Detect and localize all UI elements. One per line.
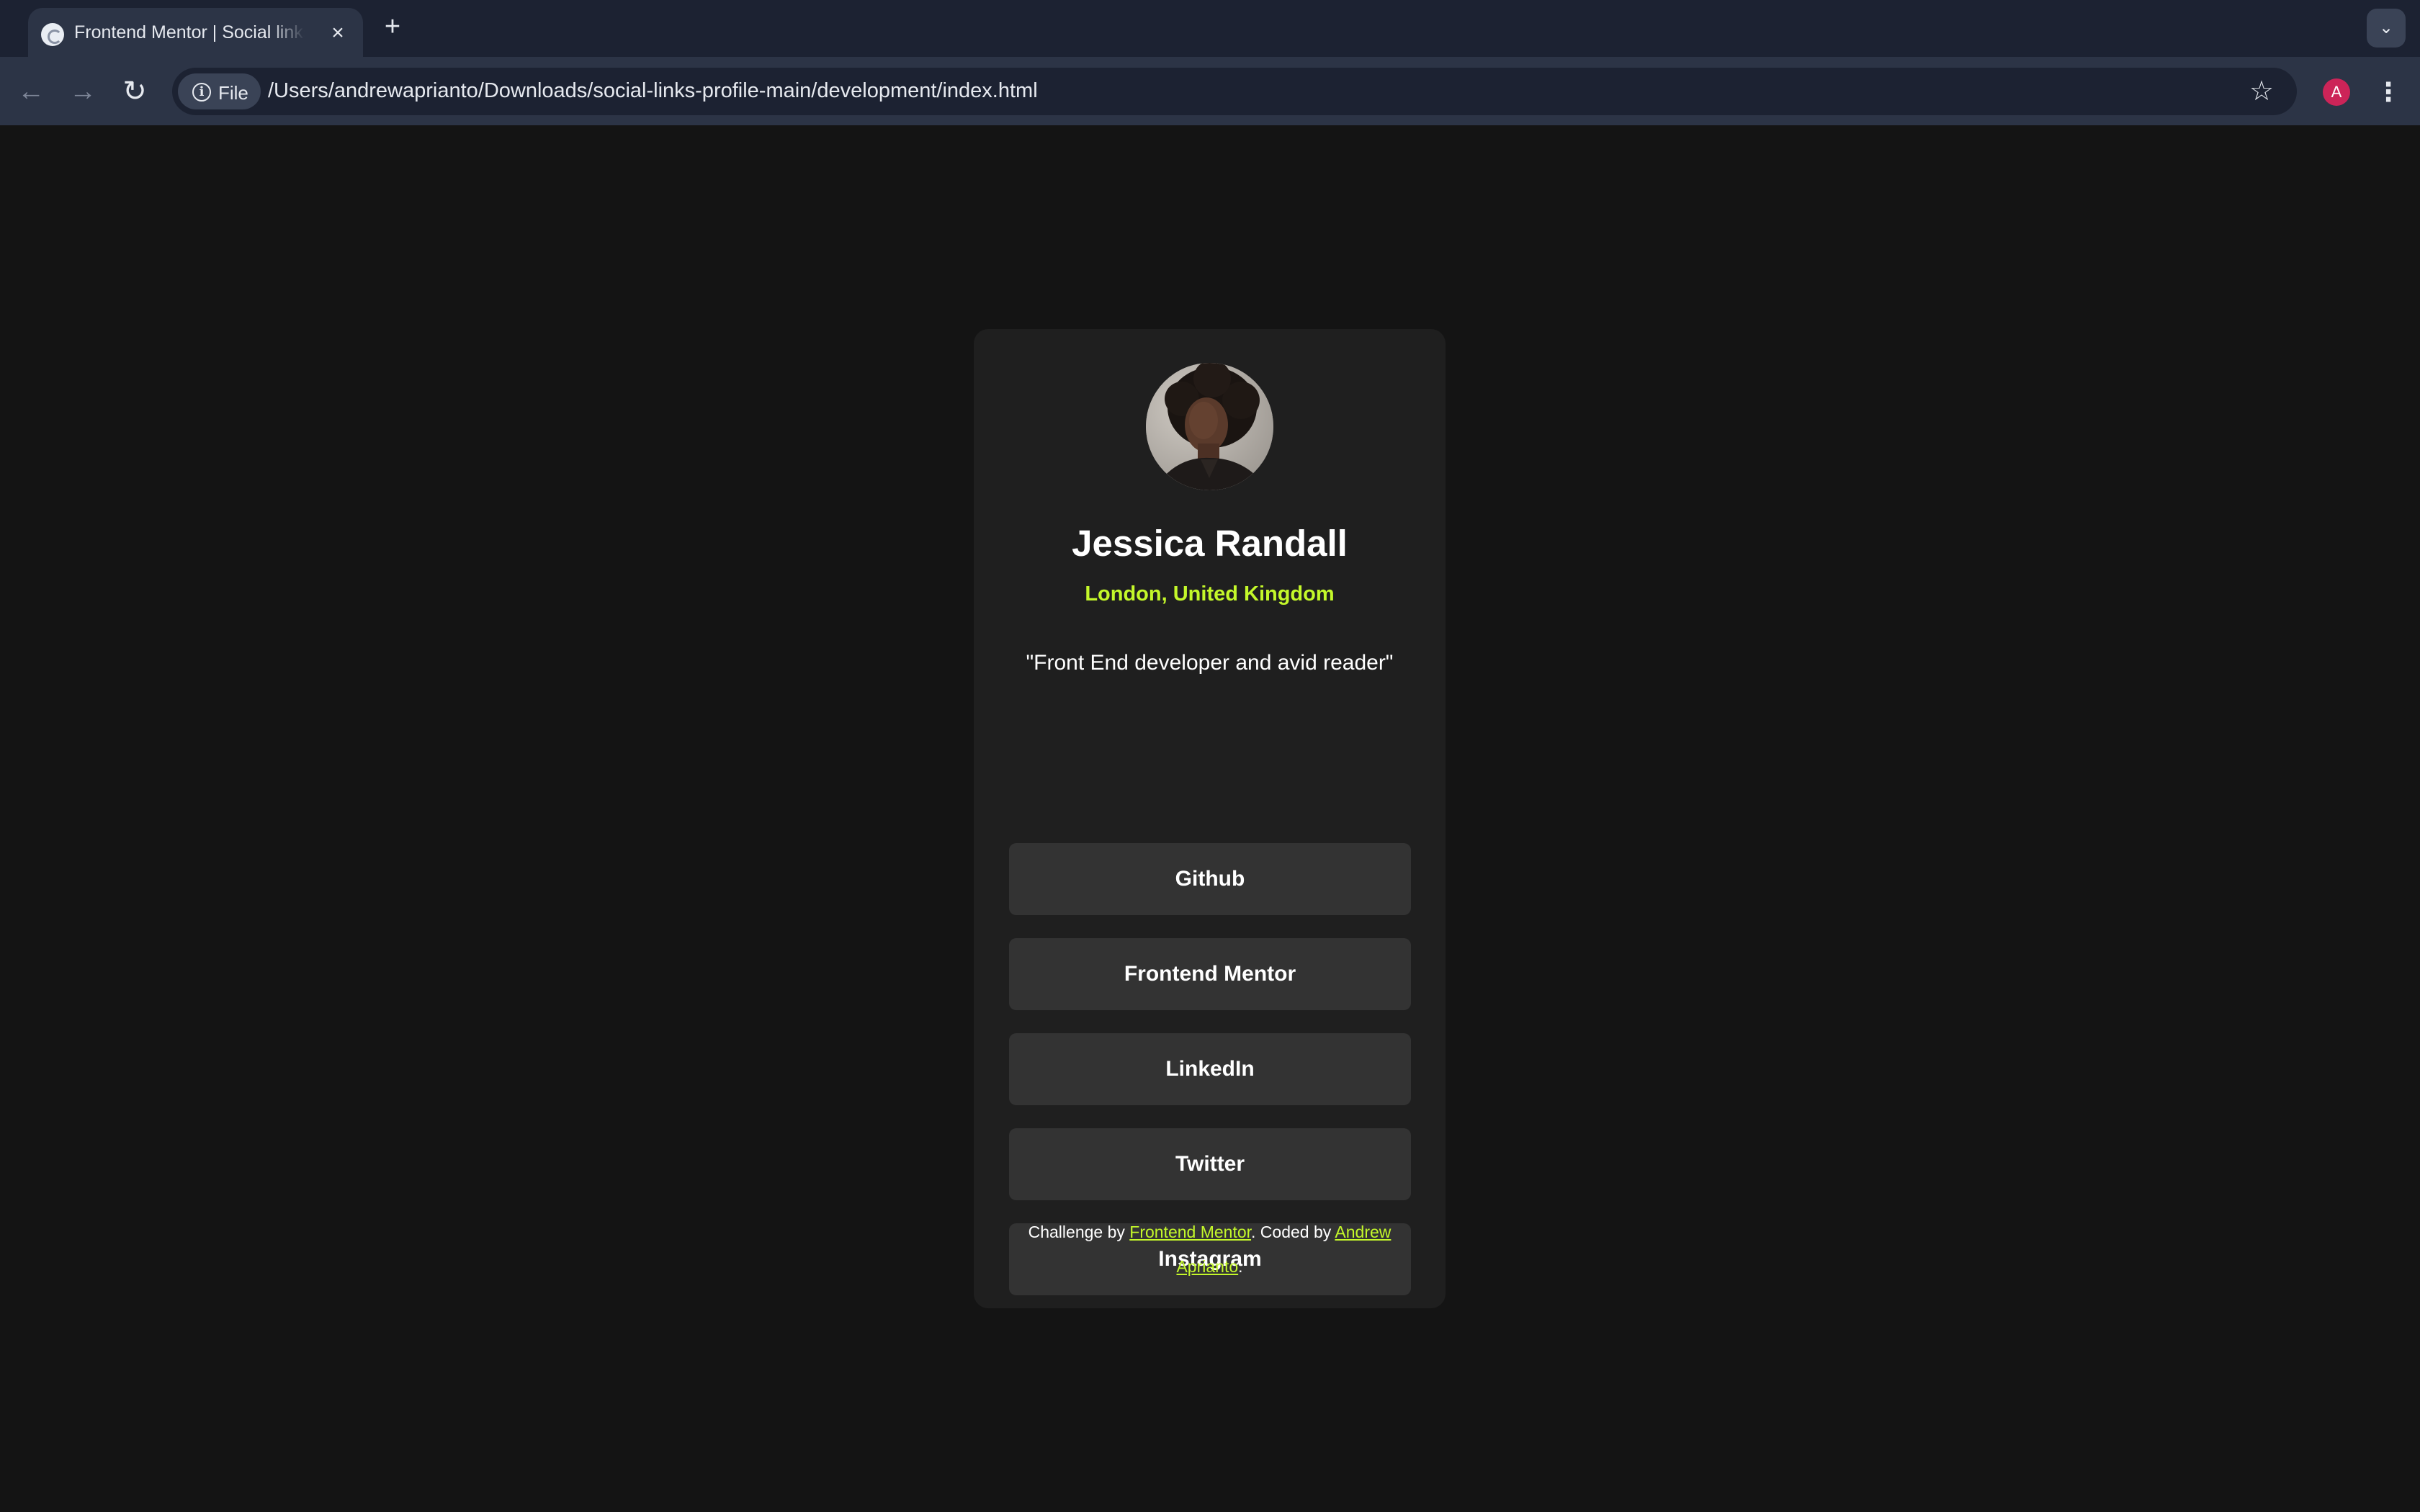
info-icon: i [192,83,211,102]
back-arrow-icon[interactable]: ← [12,73,50,110]
attribution-footer: Challenge by Frontend Mentor. Coded by A… [1017,1215,1402,1284]
frontend-mentor-link-button[interactable]: Frontend Mentor [1009,938,1411,1010]
bookmark-star-icon[interactable]: ☆ [2245,75,2278,108]
linkedin-link-button[interactable]: LinkedIn [1009,1033,1411,1105]
profile-name: Jessica Randall [1072,523,1348,564]
twitter-link-button[interactable]: Twitter [1009,1128,1411,1200]
attribution-prefix: Challenge by [1028,1223,1130,1241]
new-tab-button[interactable]: + [377,12,408,42]
reload-icon[interactable]: ↻ [116,73,153,110]
site-info-label: File [218,82,248,104]
address-bar[interactable]: i File /Users/andrewaprianto/Downloads/s… [172,68,2297,115]
profile-location: London, United Kingdom [1085,582,1335,606]
frontend-mentor-attribution-link[interactable]: Frontend Mentor [1129,1223,1251,1241]
attribution-middle: . Coded by [1251,1223,1335,1241]
browser-tab-active[interactable]: Frontend Mentor | Social links profile × [28,8,363,57]
browser-tab-bar: Frontend Mentor | Social links profile ×… [0,0,2420,57]
url-text[interactable]: /Users/andrewaprianto/Downloads/social-l… [268,79,1038,103]
close-tab-icon[interactable]: × [326,21,350,45]
profile-card: Jessica Randall London, United Kingdom "… [974,329,1446,1308]
favicon-icon [41,23,64,46]
tab-search-button[interactable]: ⌄ [2367,9,2406,48]
page-viewport: Jessica Randall London, United Kingdom "… [0,125,2420,1512]
forward-arrow-icon[interactable]: → [64,73,102,110]
profile-avatar-button[interactable]: A [2323,78,2350,106]
site-info-chip[interactable]: i File [178,73,261,109]
github-link-button[interactable]: Github [1009,843,1411,915]
browser-toolbar: ← → ↻ i File /Users/andrewaprianto/Downl… [0,57,2420,125]
browser-menu-icon[interactable]: ⋮ [2374,75,2403,109]
profile-bio: "Front End developer and avid reader" [1026,651,1394,675]
profile-photo [1146,363,1273,490]
attribution-suffix: . [1238,1257,1243,1276]
profile-photo-illustration [1146,363,1273,490]
tab-title: Frontend Mentor | Social links profile [74,22,305,42]
